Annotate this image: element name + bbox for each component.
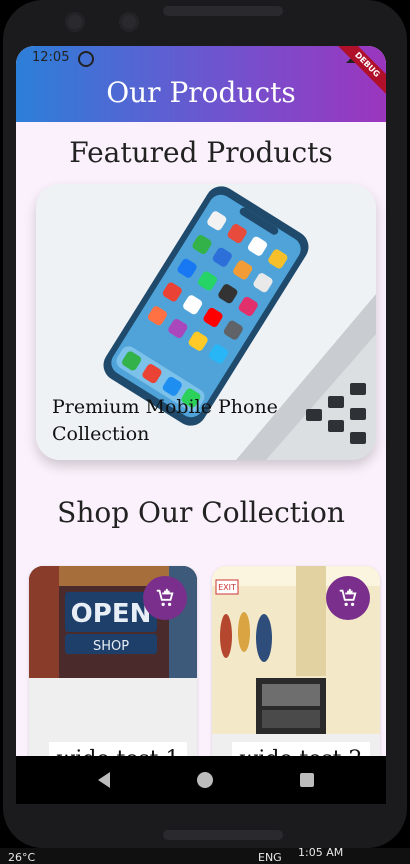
home-icon[interactable] <box>197 772 213 788</box>
status-bar: 12:05 <box>16 46 386 70</box>
open-sign-subtext: SHOP <box>93 639 129 654</box>
add-cart-icon <box>339 588 357 607</box>
windows-taskbar: 26°C ENG 1:05 AM <box>0 846 410 864</box>
collection-heading: Shop Our Collection <box>57 496 345 529</box>
featured-product-card[interactable]: Premium Mobile Phone Collection <box>36 184 376 460</box>
back-icon[interactable] <box>98 772 110 788</box>
taskbar-clock[interactable]: 1:05 AM <box>298 846 343 859</box>
android-nav-bar <box>16 756 386 804</box>
add-to-cart-button-2[interactable] <box>326 576 370 620</box>
dnd-icon <box>78 51 94 67</box>
speaker <box>163 6 283 16</box>
add-cart-icon <box>156 588 174 607</box>
taskbar-temperature: 26°C <box>8 851 36 864</box>
camera-right <box>119 12 139 32</box>
add-to-cart-button-1[interactable] <box>143 576 187 620</box>
exit-sign-text: EXIT <box>218 583 236 592</box>
status-time: 12:05 <box>32 50 70 65</box>
open-sign-text: OPEN <box>71 599 152 629</box>
taskbar-language[interactable]: ENG <box>258 851 282 864</box>
camera-left <box>65 12 85 32</box>
featured-caption: Premium Mobile Phone Collection <box>52 396 278 445</box>
featured-heading: Featured Products <box>69 136 333 169</box>
bottom-speaker <box>163 830 283 840</box>
app-screen: Our Products 12:05 DEBUG Featured Produc… <box>16 46 386 802</box>
recents-icon[interactable] <box>300 773 314 787</box>
app-bar-title: Our Products <box>106 76 296 109</box>
